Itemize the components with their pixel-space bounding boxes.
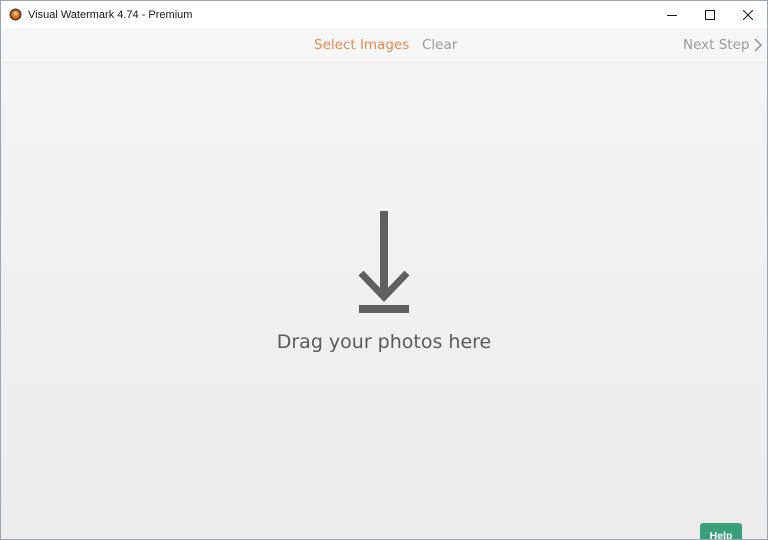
app-window: Visual Watermark 4.74 - Premium Select I… [0,0,768,540]
toolbar: Select Images Clear Next Step [1,28,767,63]
title-bar[interactable]: Visual Watermark 4.74 - Premium [1,1,767,28]
photo-drop-zone[interactable]: Drag your photos here [1,63,767,539]
window-controls [653,1,767,28]
close-button[interactable] [729,1,767,28]
drop-zone-label: Drag your photos here [276,331,492,353]
window-title: Visual Watermark 4.74 - Premium [28,8,193,21]
download-arrow-icon [358,211,410,313]
next-step-button[interactable]: Next Step [683,37,763,53]
help-button[interactable]: Help [700,523,742,539]
maximize-button[interactable] [691,1,729,28]
app-logo-icon [8,8,22,22]
select-images-button[interactable]: Select Images [314,37,409,53]
next-step-label: Next Step [683,37,750,53]
close-icon [743,9,753,20]
minimize-icon [667,14,677,16]
clear-button[interactable]: Clear [422,37,457,53]
minimize-button[interactable] [653,1,691,28]
maximize-icon [705,9,715,20]
chevron-right-icon [754,38,763,52]
